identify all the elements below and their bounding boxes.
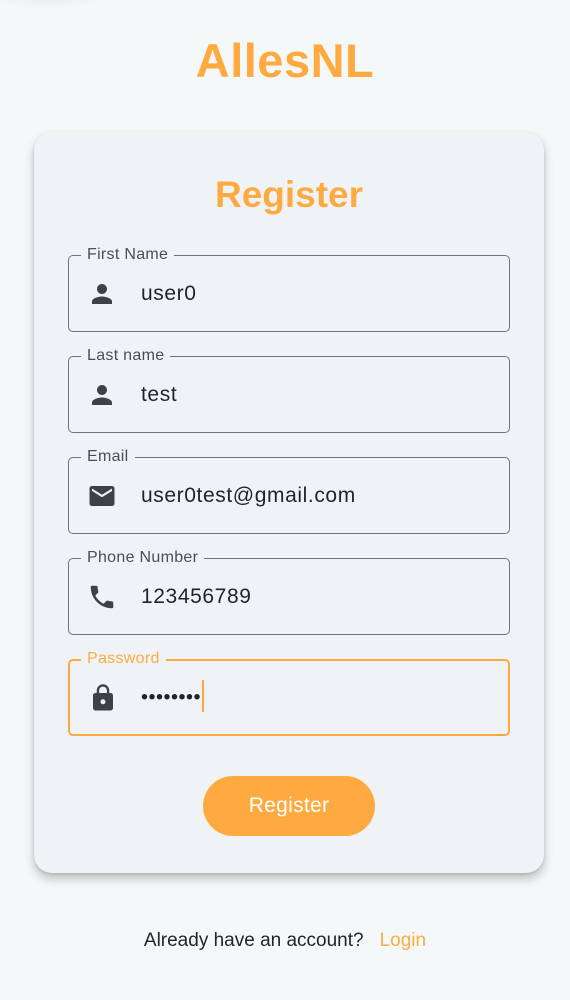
password-masked-value: •••••••• [141,686,202,709]
last-name-input[interactable]: test [141,383,177,407]
phone-number-field[interactable]: Phone Number 123456789 [68,548,510,635]
email-input[interactable]: user0test@gmail.com [141,484,356,508]
login-link[interactable]: Login [380,930,427,951]
register-button[interactable]: Register [203,776,375,836]
first-name-field[interactable]: First Name user0 [68,245,510,332]
phone-number-label: Phone Number [81,548,205,568]
login-prompt: Already have an account? Login [0,930,570,952]
first-name-input[interactable]: user0 [141,282,197,306]
password-label: Password [81,649,166,669]
phone-icon [87,582,117,612]
last-name-field[interactable]: Last name test [68,346,510,433]
person-icon [87,279,117,309]
password-field[interactable]: Password •••••••• [68,649,510,736]
email-label: Email [81,447,135,467]
first-name-label: First Name [81,245,175,265]
phone-number-input[interactable]: 123456789 [141,585,252,609]
email-field[interactable]: Email user0test@gmail.com [68,447,510,534]
password-input[interactable]: •••••••• [141,679,205,714]
corner-shadow-decoration [0,0,120,10]
login-prompt-text: Already have an account? [143,930,364,951]
register-screen: AllesNL Register First Name user0 Last n… [0,0,570,1000]
person-icon [87,380,117,410]
app-title: AllesNL [195,34,375,87]
email-icon [87,481,117,511]
lock-icon [88,683,118,713]
register-card: Register First Name user0 Last name test… [34,132,544,873]
last-name-label: Last name [81,346,171,366]
text-cursor [202,679,205,712]
form-title: Register [214,174,364,215]
